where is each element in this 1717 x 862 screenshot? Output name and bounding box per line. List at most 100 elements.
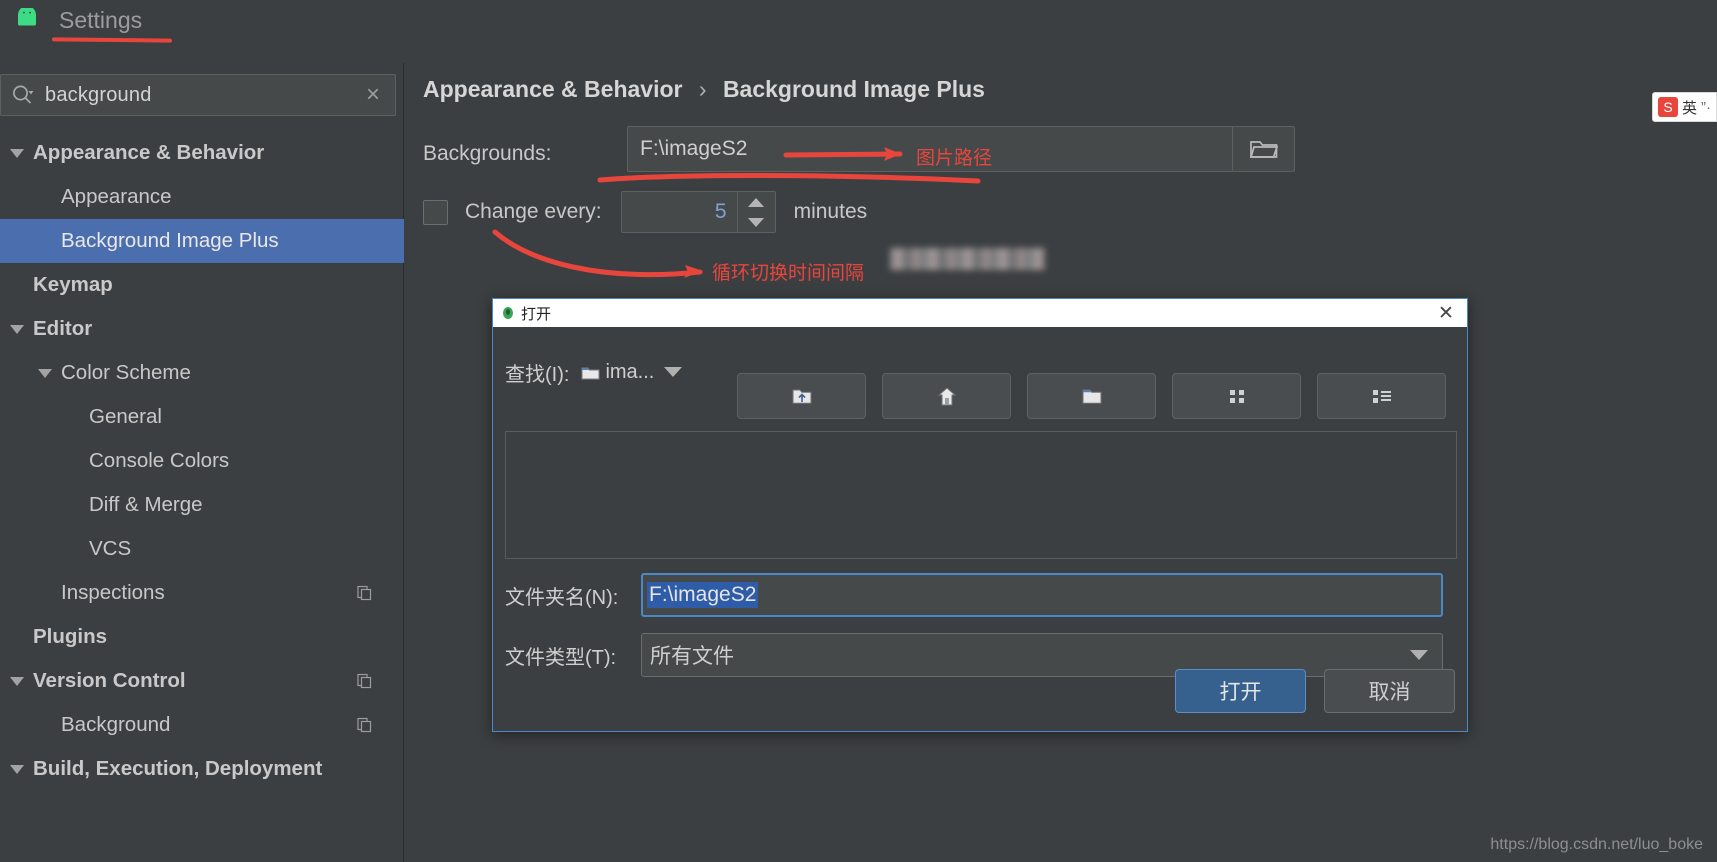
backgrounds-label: Backgrounds:	[423, 142, 552, 165]
sidebar-item-label: Plugins	[33, 625, 108, 648]
android-robot-icon	[18, 8, 36, 26]
sidebar-item-inspections[interactable]: Inspections	[0, 571, 404, 615]
watermark: https://blog.csdn.net/luo_boke	[1490, 836, 1703, 853]
dialog-title: 打开	[521, 305, 552, 323]
dialog-button-bar: 打开 取消	[1175, 669, 1455, 713]
open-button[interactable]: 打开	[1175, 669, 1306, 713]
change-every-row: Change every: 5 minutes	[423, 191, 867, 233]
sidebar-item-label: VCS	[89, 537, 132, 560]
breadcrumb-separator: ›	[698, 76, 707, 102]
chevron-down-icon[interactable]	[664, 367, 683, 377]
annotation-underline-title	[51, 37, 173, 43]
sidebar-item-label: Version Control	[33, 669, 186, 692]
file-list-area[interactable]	[505, 431, 1457, 559]
folder-icon	[581, 367, 600, 379]
copy-settings-icon[interactable]	[357, 717, 372, 733]
open-file-dialog: 打开 ✕ 查找(I): ima... 文件夹名(N): F:\imageS2 文…	[492, 298, 1468, 732]
file-type-value: 所有文件	[650, 645, 734, 668]
dialog-toolbar	[737, 373, 1446, 419]
chevron-down-icon[interactable]	[1410, 650, 1428, 660]
java-coffee-icon	[503, 307, 513, 319]
twisty-expanded-icon[interactable]	[10, 148, 24, 158]
sidebar-item-version-control[interactable]: Version Control	[0, 659, 404, 703]
breadcrumb-parent[interactable]: Appearance & Behavior	[423, 76, 682, 102]
sidebar-item-vcs[interactable]: VCS	[0, 527, 404, 571]
clear-search-icon[interactable]: ×	[351, 75, 395, 115]
twisty-expanded-icon[interactable]	[10, 676, 24, 686]
sidebar-item-background-image-plus[interactable]: Background Image Plus	[0, 219, 404, 263]
folder-name-value: F:\imageS2	[647, 582, 759, 608]
ime-mode-label[interactable]: 英	[1682, 97, 1697, 118]
sidebar-item-diff-merge[interactable]: Diff & Merge	[0, 483, 404, 527]
ime-extra-glyphs: ”·	[1701, 98, 1711, 116]
file-type-label: 文件类型(T):	[505, 646, 617, 669]
stepper-arrows	[736, 192, 775, 232]
backgrounds-input[interactable]: F:\imageS2	[628, 137, 747, 161]
sogou-logo-icon: S	[1657, 97, 1678, 117]
search-box[interactable]: background ×	[0, 74, 396, 116]
sidebar-item-appearance-behavior[interactable]: Appearance & Behavior	[0, 131, 404, 175]
folder-name-row: 文件夹名(N): F:\imageS2	[505, 573, 1443, 617]
dialog-body: 查找(I): ima... 文件夹名(N): F:\imageS2 文件类型(T…	[493, 327, 1467, 733]
ime-status-badge[interactable]: S 英 ”·	[1651, 92, 1717, 122]
list-view-button[interactable]	[1172, 373, 1301, 419]
twisty-expanded-icon[interactable]	[38, 368, 52, 378]
redacted-blurred-text	[890, 248, 1045, 270]
window-title-bar: Settings	[0, 0, 1717, 63]
create-new-folder-button[interactable]	[1027, 373, 1156, 419]
look-in-combo[interactable]: ima...	[581, 355, 709, 389]
annotation-text-interval: 循环切换时间间隔	[712, 263, 865, 284]
close-icon[interactable]: ✕	[1433, 302, 1459, 324]
sidebar-item-label: Inspections	[61, 581, 165, 604]
folder-open-icon[interactable]	[1232, 127, 1294, 171]
settings-tree: Appearance & Behavior Appearance Backgroun…	[0, 131, 404, 791]
sidebar-item-background[interactable]: Background	[0, 703, 404, 747]
change-every-value[interactable]: 5	[622, 192, 737, 232]
sidebar-item-label: Diff & Merge	[89, 493, 203, 516]
sidebar-item-label: Editor	[33, 317, 93, 340]
folder-name-input[interactable]: F:\imageS2	[641, 573, 1443, 617]
look-in-value: ima...	[605, 360, 655, 383]
twisty-expanded-icon[interactable]	[10, 764, 24, 774]
search-input[interactable]: background	[45, 84, 351, 107]
settings-sidebar: background × Appearance & Behavior Appear…	[0, 63, 404, 862]
sidebar-item-color-scheme[interactable]: Color Scheme	[0, 351, 404, 395]
sidebar-item-console-colors[interactable]: Console Colors	[0, 439, 404, 483]
sidebar-item-appearance[interactable]: Appearance	[0, 175, 404, 219]
minutes-label: minutes	[793, 200, 868, 223]
sidebar-item-label: Appearance & Behavior	[33, 141, 265, 164]
sidebar-item-label: General	[89, 405, 162, 428]
up-one-level-button[interactable]	[737, 373, 866, 419]
sidebar-item-build-execution-deployment[interactable]: Build, Execution, Deployment	[0, 747, 404, 791]
folder-name-label: 文件夹名(N):	[505, 586, 619, 609]
change-every-stepper[interactable]: 5	[620, 191, 776, 233]
sidebar-item-label: Build, Execution, Deployment	[33, 757, 323, 780]
sidebar-item-label: Color Scheme	[61, 361, 191, 384]
copy-settings-icon[interactable]	[357, 585, 372, 601]
search-icon	[1, 75, 45, 115]
sidebar-item-keymap[interactable]: Keymap	[0, 263, 404, 307]
home-button[interactable]	[882, 373, 1011, 419]
page-title: Settings	[59, 7, 143, 33]
change-every-label: Change every:	[465, 200, 602, 223]
sidebar-item-label: Keymap	[33, 273, 113, 296]
copy-settings-icon[interactable]	[357, 673, 372, 689]
cancel-button[interactable]: 取消	[1324, 669, 1455, 713]
dialog-title-bar: 打开 ✕	[493, 299, 1467, 327]
change-every-checkbox[interactable]	[423, 199, 448, 225]
stepper-decrement-button[interactable]	[738, 212, 775, 232]
look-in-label: 查找(I):	[505, 363, 570, 386]
sidebar-item-label: Background Image Plus	[61, 229, 279, 252]
details-view-button[interactable]	[1317, 373, 1446, 419]
twisty-expanded-icon[interactable]	[10, 324, 24, 334]
stepper-increment-button[interactable]	[738, 192, 775, 212]
look-in-row: 查找(I): ima...	[505, 355, 709, 389]
sidebar-item-label: Appearance	[61, 185, 172, 208]
sidebar-item-label: Background	[61, 713, 171, 736]
sidebar-item-editor[interactable]: Editor	[0, 307, 404, 351]
breadcrumb: Appearance & Behavior › Background Image…	[423, 76, 985, 103]
sidebar-item-label: Console Colors	[89, 449, 230, 472]
annotation-text-image-path: 图片路径	[916, 148, 993, 169]
sidebar-item-plugins[interactable]: Plugins	[0, 615, 404, 659]
sidebar-item-general[interactable]: General	[0, 395, 404, 439]
